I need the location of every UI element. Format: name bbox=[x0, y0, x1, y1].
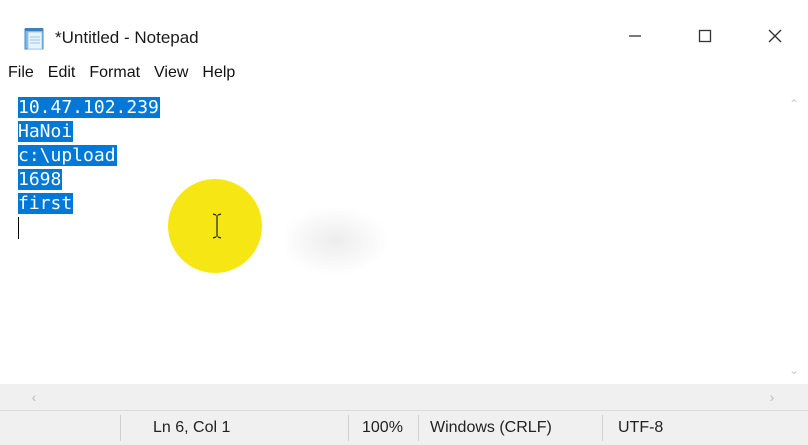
menu-edit[interactable]: Edit bbox=[41, 58, 83, 88]
selected-text: HaNoi bbox=[18, 121, 74, 142]
selected-text: c:\upload bbox=[18, 145, 117, 166]
text-caret bbox=[18, 217, 19, 239]
ibeam-cursor-icon bbox=[212, 213, 222, 239]
scroll-down-icon[interactable]: ⌄ bbox=[780, 360, 808, 380]
vertical-scrollbar[interactable]: ⌃ ⌄ bbox=[780, 90, 808, 384]
close-button[interactable] bbox=[752, 18, 798, 54]
minimize-icon bbox=[629, 35, 641, 37]
selected-text: first bbox=[18, 193, 74, 214]
status-divider bbox=[348, 415, 349, 441]
title-bar[interactable]: *Untitled - Notepad bbox=[0, 0, 808, 54]
editor-line: 10.47.102.239 bbox=[18, 96, 160, 120]
status-position: Ln 6, Col 1 bbox=[153, 419, 231, 436]
status-divider bbox=[418, 415, 419, 441]
selected-text: 1698 bbox=[18, 169, 63, 190]
editor-content[interactable]: 10.47.102.239 HaNoi c:\upload 1698 first bbox=[18, 96, 160, 240]
scroll-right-icon[interactable]: › bbox=[760, 384, 784, 410]
maximize-button[interactable] bbox=[682, 18, 728, 54]
menu-bar: File Edit Format View Help bbox=[0, 56, 808, 90]
status-divider bbox=[602, 415, 603, 441]
editor-line: HaNoi bbox=[18, 120, 160, 144]
status-encoding: UTF-8 bbox=[618, 419, 664, 436]
editor-line bbox=[18, 216, 160, 240]
menu-help[interactable]: Help bbox=[195, 58, 242, 88]
notepad-icon bbox=[24, 28, 44, 50]
menu-view[interactable]: View bbox=[147, 58, 195, 88]
text-editor[interactable]: 10.47.102.239 HaNoi c:\upload 1698 first bbox=[8, 90, 778, 384]
status-zoom: 100% bbox=[362, 419, 403, 436]
menu-file[interactable]: File bbox=[0, 58, 41, 88]
editor-line: c:\upload bbox=[18, 144, 160, 168]
scroll-up-icon[interactable]: ⌃ bbox=[780, 94, 808, 114]
editor-line: 1698 bbox=[18, 168, 160, 192]
status-line-ending: Windows (CRLF) bbox=[430, 419, 552, 436]
selected-text: 10.47.102.239 bbox=[18, 97, 160, 118]
scroll-left-icon[interactable]: ‹ bbox=[22, 384, 46, 410]
cursor-ghost bbox=[280, 206, 390, 276]
maximize-icon bbox=[698, 29, 712, 43]
status-bar: Ln 6, Col 1 100% Windows (CRLF) UTF-8 bbox=[0, 410, 808, 445]
status-divider bbox=[120, 415, 121, 441]
menu-format[interactable]: Format bbox=[82, 58, 147, 88]
horizontal-scrollbar[interactable]: ‹ › bbox=[0, 384, 808, 410]
window-title: *Untitled - Notepad bbox=[55, 28, 199, 47]
minimize-button[interactable] bbox=[612, 18, 658, 54]
editor-line: first bbox=[18, 192, 160, 216]
close-icon bbox=[768, 29, 782, 43]
notepad-window: *Untitled - Notepad File Edit Format Vie… bbox=[0, 0, 808, 445]
